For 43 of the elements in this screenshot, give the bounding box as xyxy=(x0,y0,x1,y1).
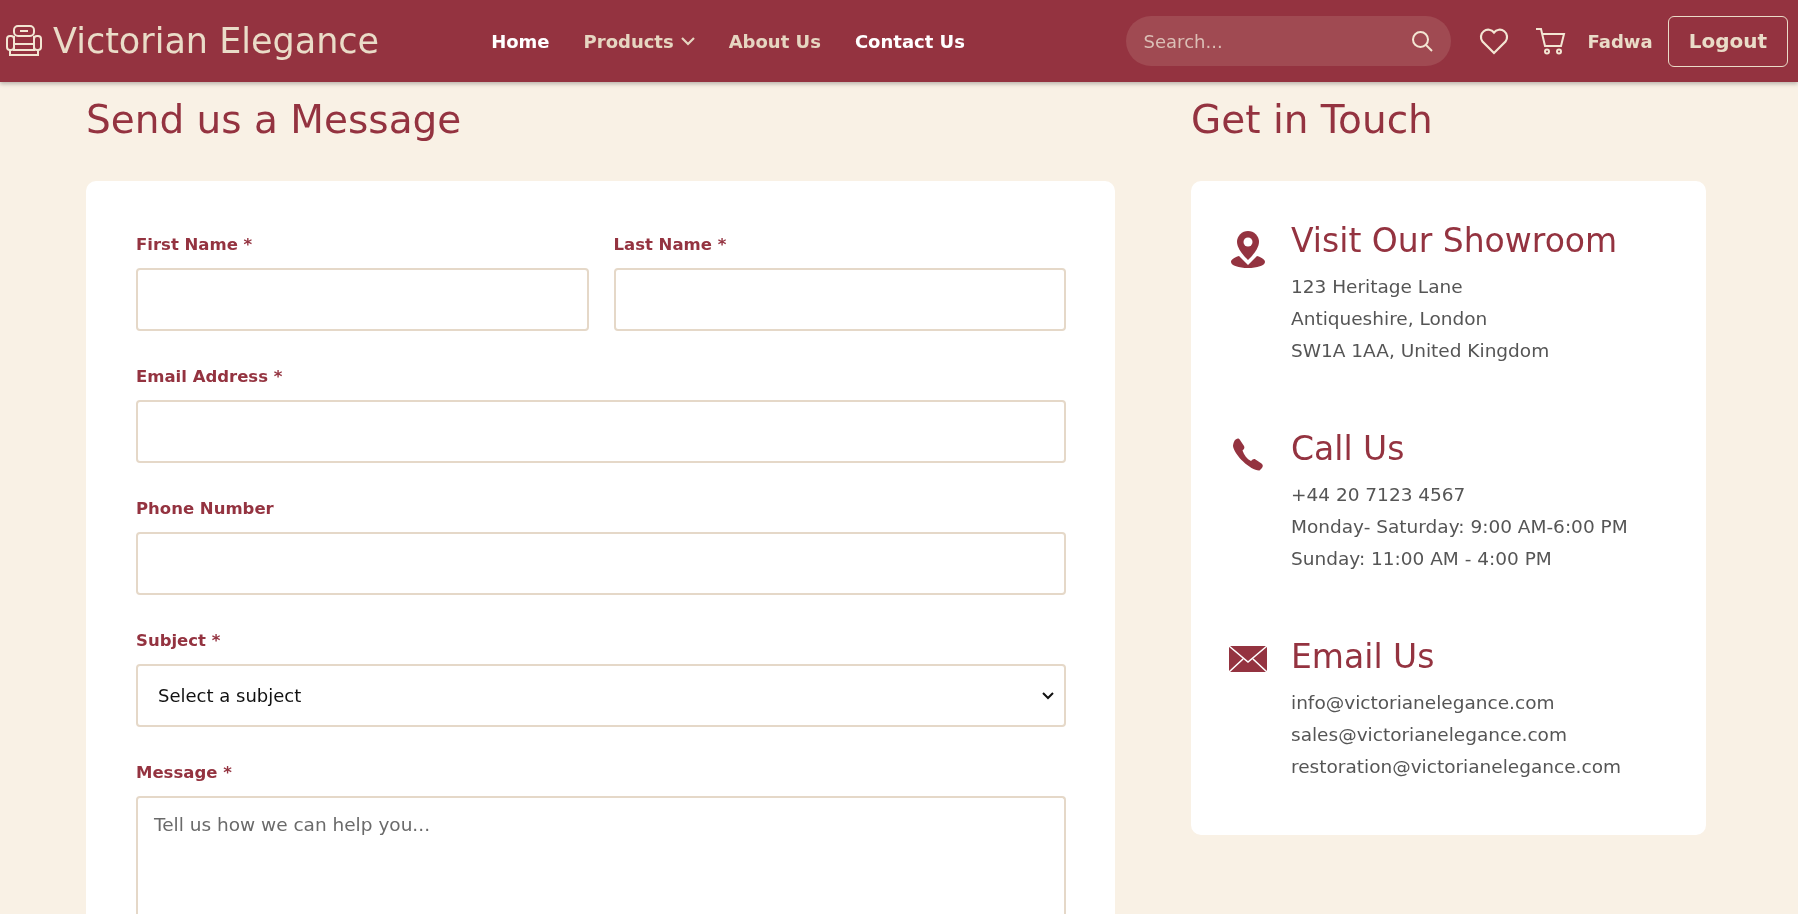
field-label: Message * xyxy=(136,763,233,782)
search-icon[interactable] xyxy=(1410,30,1433,52)
field-label: Last Name * xyxy=(613,235,728,254)
nav-link[interactable]: Products xyxy=(583,30,695,52)
chevron-down-icon xyxy=(680,36,695,46)
contact-detail: 123 Heritage Lane xyxy=(1291,275,1464,299)
chevron-down-icon xyxy=(1042,691,1054,700)
contact-detail: Sunday: 11:00 AM - 4:00 PM xyxy=(1291,547,1553,571)
contact-heading: Call Us xyxy=(1291,428,1406,470)
site-title: Victorian Elegance xyxy=(53,21,380,61)
field-label: Phone Number xyxy=(136,499,275,518)
text-field[interactable] xyxy=(136,268,589,331)
subject-dropdown[interactable]: Select a subject xyxy=(136,664,1066,727)
nav-link[interactable]: Home xyxy=(491,30,550,52)
location-pin-icon xyxy=(1230,229,1266,269)
nav-link[interactable]: Contact Us xyxy=(854,30,965,52)
contact-heading: Visit Our Showroom xyxy=(1291,220,1619,262)
email-address: sales@victorianelegance.com xyxy=(1291,723,1568,747)
email-address: restoration@victorianelegance.com xyxy=(1291,755,1622,779)
heart-icon[interactable] xyxy=(1478,27,1509,55)
text-field[interactable] xyxy=(136,532,1066,595)
form-title: Send us a Message xyxy=(86,96,463,144)
nav-link[interactable]: About Us xyxy=(728,30,821,52)
contact-detail: Monday- Saturday: 9:00 AM-6:00 PM xyxy=(1291,515,1629,539)
user-name[interactable]: Fadwa xyxy=(1587,30,1653,52)
logout-button[interactable]: Logout xyxy=(1667,15,1788,67)
text-field[interactable] xyxy=(136,400,1066,463)
cart-icon[interactable] xyxy=(1534,27,1566,55)
phone-icon xyxy=(1232,437,1264,471)
search-field[interactable]: Search... xyxy=(1125,16,1451,66)
contact-heading: Email Us xyxy=(1291,636,1436,678)
email-address: info@victorianelegance.com xyxy=(1291,691,1556,715)
envelope-icon xyxy=(1228,645,1268,673)
text-field[interactable] xyxy=(613,268,1066,331)
section-title: Get in Touch xyxy=(1191,96,1434,144)
field-label: Subject * xyxy=(136,631,222,650)
field-label: First Name * xyxy=(136,235,254,254)
field-label: Email Address * xyxy=(136,367,284,386)
contact-detail: SW1A 1AA, United Kingdom xyxy=(1291,339,1551,363)
armchair-icon xyxy=(5,24,43,58)
message-field[interactable]: Tell us how we can help you... xyxy=(136,796,1066,914)
contact-detail: +44 20 7123 4567 xyxy=(1291,483,1467,507)
contact-detail: Antiqueshire, London xyxy=(1291,307,1489,331)
